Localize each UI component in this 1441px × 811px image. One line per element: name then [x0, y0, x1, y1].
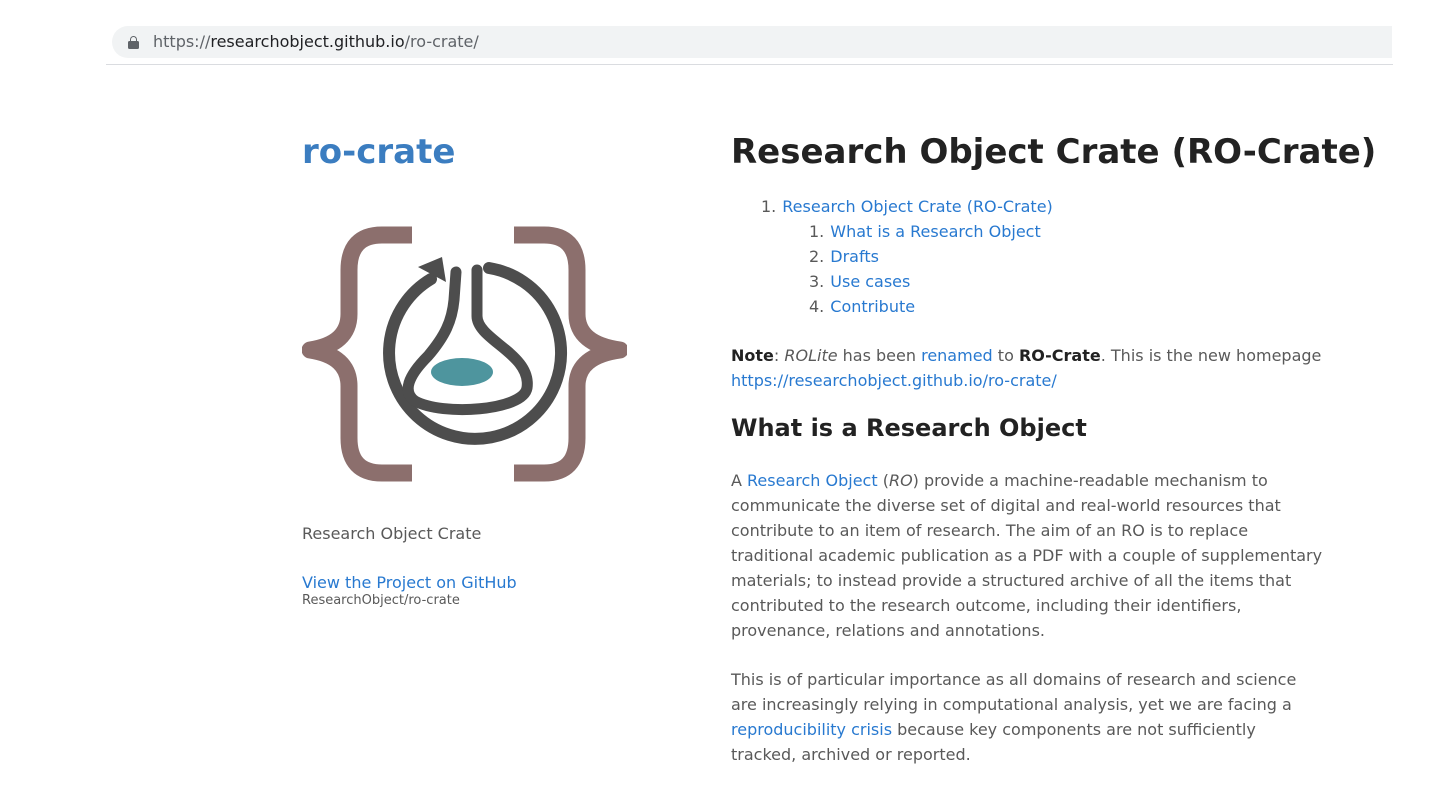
- note-rocrate: RO-Crate: [1018, 346, 1101, 365]
- site-tagline: Research Object Crate: [302, 524, 482, 543]
- toc-item: 3. Use cases: [809, 269, 1053, 294]
- address-bar[interactable]: https://researchobject.github.io/ro-crat…: [112, 26, 1392, 58]
- paragraph-text: ) provide a machine-readable mechanism t…: [731, 471, 1323, 640]
- url-path: /ro-crate/: [404, 32, 479, 51]
- site-title-link[interactable]: ro-crate: [302, 130, 455, 174]
- toc-item: 1. What is a Research Object: [809, 219, 1053, 244]
- toc-link-what-is-ro[interactable]: What is a Research Object: [830, 222, 1040, 241]
- paragraph-importance: This is of particular importance as all …: [731, 667, 1323, 767]
- main-content: Research Object Crate (RO-Crate) 1. Resea…: [731, 128, 1377, 764]
- toolbar-divider: [106, 64, 1393, 65]
- note-sep: :: [773, 346, 785, 365]
- toc-item: 1. Research Object Crate (RO-Crate) 1. Wha…: [761, 194, 1053, 319]
- ro-abbreviation: RO: [888, 471, 913, 490]
- note-text: . This is the new homepage: [1100, 346, 1322, 365]
- toc-number: 4.: [809, 297, 825, 316]
- toc-link-contribute[interactable]: Contribute: [830, 297, 915, 316]
- url-text[interactable]: https://researchobject.github.io/ro-crat…: [153, 32, 479, 52]
- note-text: to: [992, 346, 1019, 365]
- toc-link-ro-crate[interactable]: Research Object Crate (RO-Crate): [782, 197, 1053, 216]
- site-title[interactable]: ro-crate: [302, 132, 455, 172]
- url-scheme: https://: [153, 32, 211, 51]
- note-label: Note: [731, 346, 774, 365]
- rename-note: Note: ROLite has been renamed to RO-Crat…: [731, 343, 1331, 393]
- toc-number: 1.: [761, 197, 777, 216]
- note-rolite: ROLite: [784, 346, 838, 365]
- github-project-link[interactable]: View the Project on GitHub: [302, 572, 517, 594]
- url-host: researchobject.github.io: [210, 32, 405, 51]
- toc-number: 2.: [809, 247, 825, 266]
- reproducibility-crisis-link[interactable]: reproducibility crisis: [731, 720, 892, 739]
- renamed-link[interactable]: renamed: [921, 346, 993, 365]
- paragraph-text: (: [877, 471, 889, 490]
- paragraph-what-is-ro: A Research Object (RO) provide a machine…: [731, 468, 1323, 643]
- toc-link-use-cases[interactable]: Use cases: [830, 272, 910, 291]
- toc-sublist: 1. What is a Research Object 2. Drafts 3. U…: [761, 219, 1053, 319]
- toc-item: 2. Drafts: [809, 244, 1053, 269]
- paragraph-text: This is of particular importance as all …: [731, 670, 1297, 714]
- toc-link-drafts[interactable]: Drafts: [830, 247, 879, 266]
- ro-crate-logo-icon: [302, 226, 627, 482]
- toc-number: 1.: [809, 222, 825, 241]
- toc-item: 4. Contribute: [809, 294, 1053, 319]
- toc-number: 3.: [809, 272, 825, 291]
- table-of-contents: 1. Research Object Crate (RO-Crate) 1. Wha…: [761, 194, 1053, 319]
- section-heading-what-is-ro: What is a Research Object: [731, 414, 1087, 442]
- research-object-link[interactable]: Research Object: [747, 471, 878, 490]
- paragraph-text: A: [731, 471, 748, 490]
- page-title: Research Object Crate (RO-Crate): [731, 132, 1377, 172]
- lock-icon[interactable]: [128, 36, 139, 49]
- note-text: has been: [837, 346, 922, 365]
- homepage-link[interactable]: https://researchobject.github.io/ro-crat…: [731, 371, 1057, 390]
- github-repo-name: ResearchObject/ro-crate: [302, 593, 460, 608]
